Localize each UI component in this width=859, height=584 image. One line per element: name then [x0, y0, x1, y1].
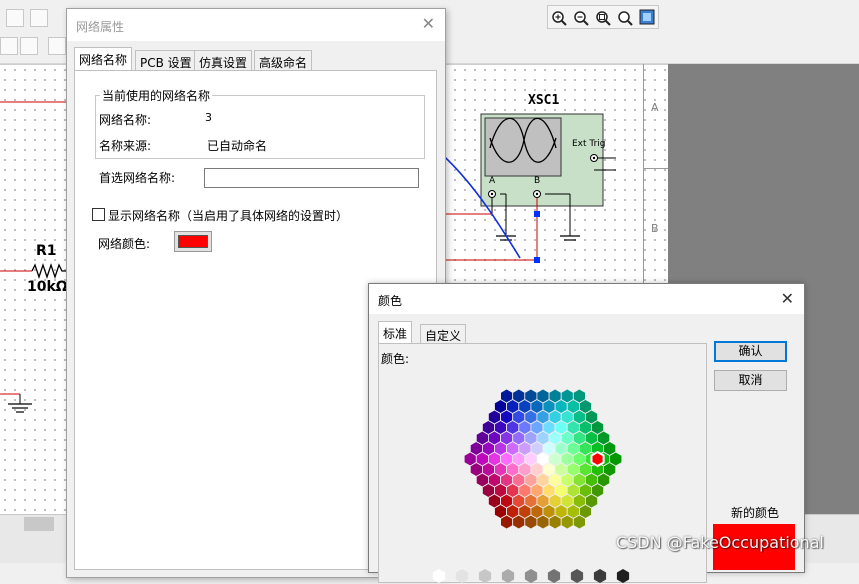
sheet-border-row-a: A [651, 101, 659, 114]
tab-advanced-naming[interactable]: 高级命名 [254, 50, 313, 71]
ok-button[interactable]: 确认 [714, 341, 787, 362]
net-color-swatch [178, 235, 208, 248]
resistor-symbol[interactable] [31, 262, 70, 280]
palette-color-cell[interactable] [609, 451, 623, 467]
zoom-in-icon[interactable] [552, 11, 567, 26]
palette-grey-cell[interactable] [478, 569, 492, 583]
tab-standard[interactable]: 标准 [378, 321, 413, 344]
dialog-titlebar: 网络属性 ✕ [67, 9, 445, 41]
button-label: 取消 [738, 373, 763, 387]
net-color-button[interactable] [174, 231, 212, 252]
dialog-title: 网络属性 [76, 20, 125, 34]
zoom-fit-icon[interactable] [618, 11, 633, 26]
palette-grey-cell[interactable] [593, 569, 607, 583]
watermark-text: CSDN @FakeOccupational [616, 533, 824, 552]
tab-label: PCB 设置 [140, 56, 192, 70]
preferred-net-name-label: 首选网络名称: [99, 171, 176, 185]
button-label: 确认 [738, 344, 763, 358]
close-icon[interactable]: ✕ [781, 291, 794, 307]
close-icon[interactable]: ✕ [422, 16, 435, 32]
new-color-label: 新的颜色 [731, 506, 780, 520]
zoom-toolbar [547, 5, 659, 29]
palette-grey-cell[interactable] [455, 569, 469, 583]
toolbar-icon[interactable] [48, 37, 66, 55]
group-legend: 当前使用的网络名称 [100, 87, 213, 104]
tab-label: 高级命名 [259, 56, 308, 70]
tab-label: 自定义 [425, 329, 462, 343]
ext-trig-label: Ext Trig [572, 139, 606, 149]
selected-color-marker[interactable] [590, 450, 605, 468]
zoom-area-icon[interactable] [596, 11, 611, 26]
component-reference: R1 [36, 243, 57, 259]
toolbar-icon[interactable] [6, 9, 24, 27]
full-screen-icon[interactable] [639, 9, 655, 25]
toolbar-icon[interactable] [0, 37, 18, 55]
tab-simulation-settings[interactable]: 仿真设置 [194, 50, 253, 71]
toolbar-icon[interactable] [30, 9, 48, 27]
tab-label: 网络名称 [79, 53, 128, 67]
name-source-label: 名称来源: [99, 139, 152, 153]
zoom-out-icon[interactable] [574, 11, 589, 26]
sheet-border-line [643, 168, 668, 169]
toolbar-icon[interactable] [20, 37, 38, 55]
color-dialog: 颜色 ✕ 标准 自定义 颜色: 确认 取消 新的颜色 [368, 283, 805, 583]
net-name-value: 3 [205, 111, 212, 124]
name-source-value: 已自动命名 [207, 139, 268, 153]
tab-pcb-settings[interactable]: PCB 设置 [135, 50, 197, 71]
net-name-label: 网络名称: [99, 113, 152, 127]
schematic-left-part [0, 101, 70, 413]
component-value: 10kΩ [27, 279, 68, 295]
palette-grey-cell[interactable] [570, 569, 584, 583]
cancel-button[interactable]: 取消 [714, 370, 787, 391]
show-net-name-label[interactable]: 显示网络名称（当启用了具体网络的设置时） [108, 207, 348, 224]
net-color-label: 网络颜色: [98, 237, 151, 251]
instrument-name: XSC1 [528, 93, 560, 108]
tab-label: 标准 [383, 327, 408, 341]
preferred-net-name-input[interactable] [204, 168, 419, 188]
sheet-border-row-b: B [651, 222, 659, 235]
channel-b-label: B [534, 176, 541, 186]
scrollbar-thumb[interactable] [24, 517, 54, 531]
dialog-title: 颜色 [378, 294, 403, 308]
tab-custom[interactable]: 自定义 [420, 324, 467, 344]
tab-label: 仿真设置 [199, 56, 248, 70]
palette-grey-cell[interactable] [432, 569, 446, 583]
show-net-name-checkbox[interactable] [92, 208, 105, 221]
tab-net-name[interactable]: 网络名称 [74, 47, 133, 71]
dialog-titlebar: 颜色 ✕ [369, 284, 804, 314]
palette-grey-cell[interactable] [524, 569, 538, 583]
palette-grey-cell[interactable] [616, 569, 630, 583]
palette-grey-cell[interactable] [501, 569, 515, 583]
palette-grey-cell[interactable] [547, 569, 561, 583]
